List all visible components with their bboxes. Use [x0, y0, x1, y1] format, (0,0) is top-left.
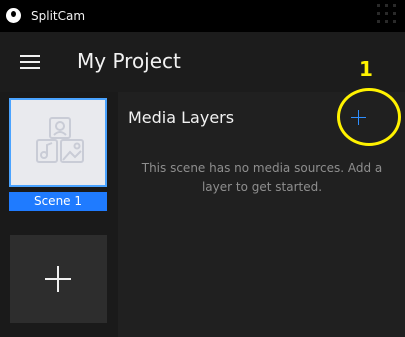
project-header: My Project [0, 32, 405, 92]
scene-label[interactable]: Scene 1 [9, 192, 107, 211]
title-bar: SplitCam [0, 0, 405, 32]
window-grip [375, 0, 399, 30]
annotation-number: 1 [359, 57, 373, 81]
annotation-highlight-circle [337, 88, 401, 146]
add-scene-button[interactable] [10, 235, 107, 323]
scenes-panel: Scene 1 [0, 92, 118, 337]
project-title: My Project [77, 49, 181, 73]
splitcam-logo-icon [6, 8, 21, 23]
media-layers-title: Media Layers [128, 108, 235, 127]
scene-thumbnail[interactable] [9, 98, 107, 187]
hamburger-menu-icon[interactable] [20, 55, 40, 69]
app-title: SplitCam [31, 9, 86, 23]
empty-layers-message: This scene has no media sources. Add a l… [141, 161, 383, 194]
media-placeholder-icon [36, 117, 84, 163]
